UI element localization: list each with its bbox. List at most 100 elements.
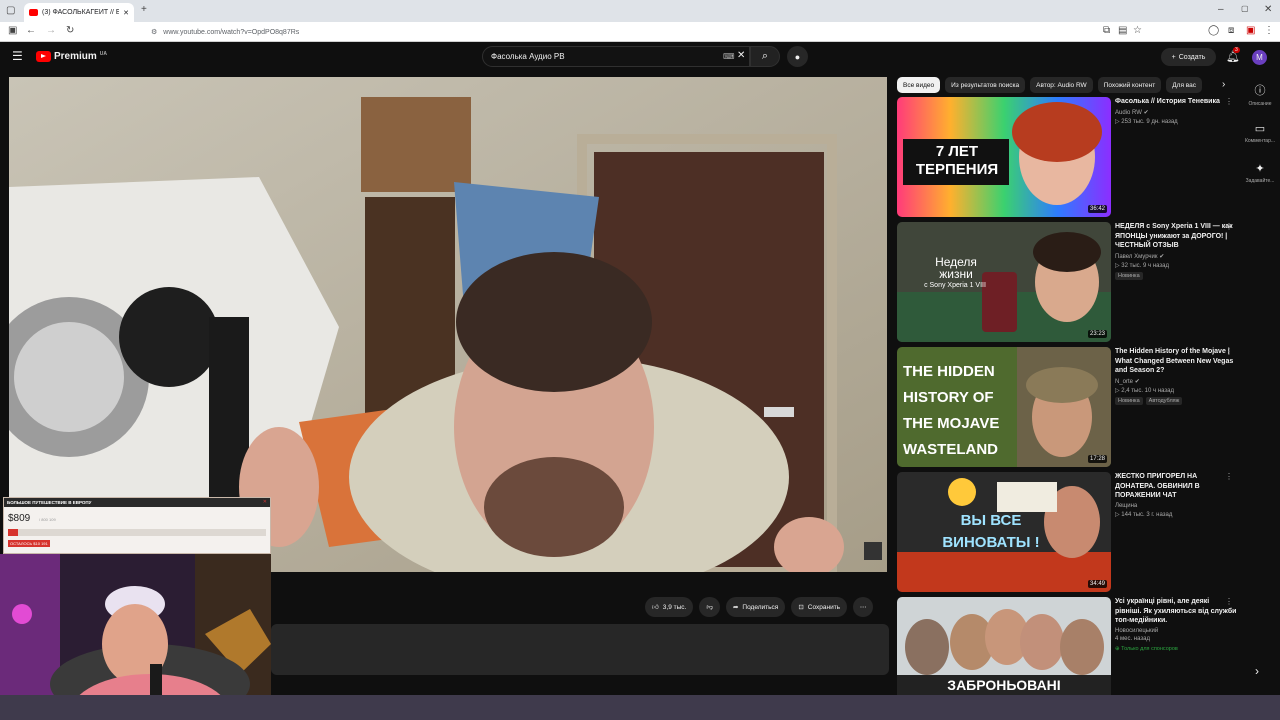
list-item[interactable]: 7 ЛЕТ ТЕРПЕНИЯ 36:42 Фасолька // История… [897,97,1237,217]
save-label: Сохранить [807,603,841,611]
thumbnail-subcaption: с Sony Xperia 1 VIII [924,282,986,289]
video-thumbnail[interactable]: THE HIDDEN HISTORY OF THE MOJAVE WASTELA… [897,347,1111,467]
hamburger-menu-icon[interactable]: ☰ [12,49,23,63]
new-tab-icon[interactable]: + [141,4,147,15]
list-item[interactable]: Неделя жизни с Sony Xperia 1 VIII 23:23 … [897,222,1237,342]
browser-tab[interactable]: (3) ФАСОЛЬКАГЕЙТ // Ерант Т ✕ [24,3,134,22]
create-button[interactable]: + Создать [1161,48,1216,66]
like-count: 3,9 тыс. [662,603,687,611]
forward-icon[interactable]: → [46,25,56,36]
chevron-right-icon[interactable]: › [1222,79,1225,90]
dislike-button[interactable]: 👎︎ [699,597,720,617]
more-vertical-icon[interactable]: ⋮ [1225,222,1233,231]
thumbnail-caption: Неделя жизни [935,255,977,281]
video-duration: 17:28 [1087,455,1107,463]
search-input[interactable]: Фасолька Аудио РВ ⌨ ✕ [482,46,750,67]
list-item[interactable]: ВЫ ВСЕ ВИНОВАТЫ ! 34:49 ЖЕСТКО ПРИГОРЕЛ … [897,472,1237,592]
menu-kebab-icon[interactable]: ⋮ [1264,25,1274,36]
video-title[interactable]: Фасолька // История Теневика [1115,97,1237,107]
more-vertical-icon[interactable]: ⋮ [1225,347,1233,356]
video-thumbnail[interactable]: ВЫ ВСЕ ВИНОВАТЫ ! 34:49 [897,472,1111,592]
rail-ask[interactable]: ✦ Задавайте... [1240,162,1280,184]
video-title[interactable]: НЕДЕЛЯ с Sony Xperia 1 VIII — как ЯПОНЦЫ… [1115,222,1237,251]
video-meta: ▷ 144 тыс. 3 г. назад [1115,511,1173,518]
search-value: Фасолька Аудио РВ [491,52,565,61]
verified-icon: ✔ [1159,253,1165,260]
create-label: Создать [1178,53,1206,61]
comment-icon: ▭ [1254,123,1266,135]
youtube-play-icon [36,51,51,62]
rail-comments[interactable]: ▭ Комментар... [1240,122,1280,144]
notification-count: 3 [1233,47,1240,53]
chip-all[interactable]: Все видео [897,77,941,93]
thumbnail-caption: ВЫ ВСЕ ВИНОВАТЫ ! [942,512,1040,551]
video-duration: 23:23 [1087,330,1107,338]
address-bar-row: ▣ ← → ↻ ⚙ www.youtube.com/watch?v=OpdPO8… [0,22,1280,42]
rail-description[interactable]: ⓘ Описание [1240,82,1280,107]
share-icon: ➦ [732,604,739,611]
clear-search-icon[interactable]: ✕ [737,50,745,61]
verified-icon: ✔ [1143,109,1149,116]
channel-name[interactable]: Павел Хмурчик ✔ [1115,253,1237,260]
voice-search-button[interactable]: ● [787,46,808,67]
minimize-icon[interactable]: – [1218,4,1224,15]
channel-name[interactable]: Audio RW ✔ [1115,109,1237,116]
chip-from-search[interactable]: Из результатов поиска [945,77,1026,93]
channel-name[interactable]: Новосилецький [1115,628,1237,634]
chip-similar[interactable]: Похожий контент [1097,77,1162,93]
more-vertical-icon[interactable]: ⋮ [1225,97,1233,106]
site-info-icon[interactable]: ⚙ [151,28,157,36]
keyboard-icon[interactable]: ⌨ [723,52,735,61]
video-thumbnail[interactable]: ЗАБРОНЬОВАНІ [897,597,1111,695]
extension-badge-icon[interactable]: ▣ [1246,25,1255,36]
translate-icon[interactable]: ⧉ [1103,25,1110,36]
search-button[interactable]: ⌕ [750,46,780,67]
profile-icon[interactable]: ◯ [1208,25,1219,36]
video-title[interactable]: The Hidden History of the Mojave | What … [1115,347,1237,376]
video-info: The Hidden History of the Mojave | What … [1115,347,1237,405]
chevron-right-icon[interactable]: › [1255,664,1259,678]
youtube-logo[interactable]: Premium UA [36,51,107,62]
more-vertical-icon[interactable]: ⋮ [1225,472,1233,481]
like-button[interactable]: 👍︎ 3,9 тыс. [645,597,694,617]
donation-title: БОЛЬШОЕ ПУТЕШЕСТВИЕ В ЕВРОПУ [4,498,270,507]
list-item[interactable]: ЗАБРОНЬОВАНІ Усі українці рівні, але дея… [897,597,1237,695]
tab-actions-icon[interactable]: ▢ [6,5,15,16]
reader-icon[interactable]: ▤ [1118,25,1127,36]
back-icon[interactable]: ← [26,25,36,36]
video-thumbnail[interactable]: 7 ЛЕТ ТЕРПЕНИЯ 36:42 [897,97,1111,217]
maximize-icon[interactable]: ▢ [1241,4,1249,13]
share-button[interactable]: ➦ Поделиться [725,597,786,617]
sidebar-icon[interactable]: ▣ [8,25,17,36]
save-button[interactable]: ⊡ Сохранить [791,597,848,617]
url-field[interactable]: ⚙ www.youtube.com/watch?v=OpdPO8q87Rs [145,25,1175,39]
description-box[interactable] [271,624,889,675]
bookmark-star-icon[interactable]: ☆ [1133,25,1142,36]
channel-name[interactable]: N_orte ✔ [1115,378,1237,385]
video-thumbnail[interactable]: Неделя жизни с Sony Xperia 1 VIII 23:23 [897,222,1111,342]
filter-chips: Все видео Из результатов поиска Автор: A… [897,77,1215,93]
video-meta: ▷ 32 тыс. 9 ч назад [1115,262,1169,269]
video-meta: ▷ 2,4 тыс. 10 ч назад [1115,387,1174,394]
notifications-button[interactable]: 🔔︎ 3 [1226,47,1240,63]
more-vertical-icon[interactable]: ⋮ [1225,597,1233,606]
video-title[interactable]: ЖЕСТКО ПРИГОРЕЛ НА ДОНАТЕРА. ОБВИНИЛ В П… [1115,472,1237,501]
donation-remaining: ОСТАЛОСЬ $10 191 [8,540,50,547]
video-duration: 36:42 [1087,205,1107,213]
window-close-icon[interactable]: ✕ [1264,4,1272,15]
extensions-icon[interactable]: ⧈ [1228,25,1234,36]
list-item[interactable]: THE HIDDEN HISTORY OF THE MOJAVE WASTELA… [897,347,1237,467]
avatar[interactable]: M [1252,50,1267,65]
reload-icon[interactable]: ↻ [66,25,74,36]
chip-author[interactable]: Автор: Audio RW [1030,77,1093,93]
video-meta: ▷ 253 тыс. 9 дн. назад [1115,118,1178,125]
video-title[interactable]: Усі українці рівні, але деякі рівніші. Я… [1115,597,1237,626]
more-actions-button[interactable]: ⋯ [853,597,874,617]
donation-amount: $809 [8,513,31,524]
close-tab-icon[interactable]: ✕ [123,9,129,17]
bookmark-icon: ⊡ [798,604,804,611]
thumbs-down-icon: 👎︎ [706,604,713,611]
channel-name[interactable]: Лещина [1115,503,1237,509]
thumbnail-caption: THE HIDDEN HISTORY OF THE MOJAVE WASTELA… [903,363,1000,458]
chip-for-you[interactable]: Для вас [1166,77,1203,93]
